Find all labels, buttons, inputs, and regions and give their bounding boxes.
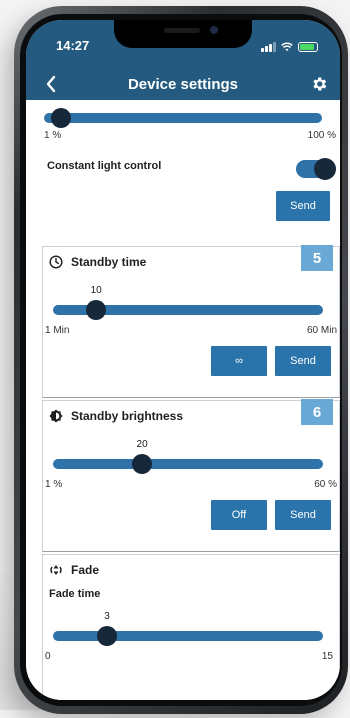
fade-slider-track[interactable] (53, 626, 323, 646)
speaker-grille (164, 28, 200, 33)
fade-title: Fade (71, 563, 100, 577)
constant-light-section: 1 % 100 % Constant light control Send (42, 100, 338, 247)
wifi-icon (281, 42, 293, 51)
slider-max-label: 100 % (307, 130, 336, 141)
standby-brightness-slider-thumb[interactable] (132, 454, 153, 474)
slider-max-label: 60 Min (306, 325, 337, 336)
constant-light-toggle[interactable] (296, 158, 336, 180)
slider-max-label: 60 % (314, 479, 337, 490)
slider-value: 3 (104, 611, 110, 622)
standby-time-header: Standby time (49, 255, 146, 269)
standby-time-title: Standby time (71, 255, 147, 269)
slider-min-label: 1 Min (45, 325, 70, 336)
standby-time-slider-track[interactable] (53, 300, 323, 320)
slider-min-label: 1 % (44, 130, 62, 141)
settings-content: 1 % 100 % Constant light control Send St… (26, 100, 340, 700)
slider-value: 20 (136, 439, 148, 450)
step-badge: 5 (301, 245, 333, 271)
page-title: Device settings (127, 76, 239, 93)
standby-brightness-title: Standby brightness (71, 409, 184, 423)
standby-time-section: Standby time 5 10 1 Min 60 Min ∞ Send (42, 245, 340, 398)
status-icons (261, 40, 318, 52)
brightness-icon (49, 409, 63, 423)
brightness-slider-track[interactable] (44, 108, 322, 128)
constant-light-label: Constant light control (47, 160, 162, 172)
standby-brightness-slider-track[interactable] (53, 454, 323, 474)
standby-brightness-section: Standby brightness 6 20 1 % 60 % Off Sen… (42, 399, 340, 552)
slider-value: 10 (90, 285, 102, 296)
send-button[interactable]: Send (275, 500, 331, 530)
send-button[interactable]: Send (276, 191, 330, 221)
front-camera (210, 26, 218, 34)
standby-brightness-header: Standby brightness (49, 409, 183, 423)
toggle-knob (314, 158, 336, 180)
off-button[interactable]: Off (211, 500, 267, 530)
fade-header: Fade (49, 563, 99, 577)
standby-time-slider-thumb[interactable] (86, 300, 107, 320)
slider-max-label: 15 (321, 651, 333, 662)
status-time: 14:27 (56, 38, 90, 53)
step-badge: 6 (301, 399, 333, 425)
slider-min-label: 0 (45, 651, 51, 662)
infinity-button[interactable]: ∞ (211, 346, 267, 376)
fade-slider-thumb[interactable] (97, 626, 117, 646)
fade-section: Fade Fade time 3 0 15 (42, 554, 340, 700)
battery-icon (298, 42, 318, 52)
app-screen: 14:27 Device settings 1 % 100 % Constant… (26, 20, 340, 700)
brightness-slider-thumb[interactable] (50, 108, 71, 128)
slider-min-label: 1 % (45, 479, 63, 490)
fade-time-label: Fade time (49, 588, 101, 600)
notch (114, 20, 252, 48)
signal-icon (261, 42, 276, 52)
clock-icon (49, 255, 63, 269)
fade-icon (50, 565, 62, 575)
gear-icon[interactable] (310, 75, 328, 93)
send-button[interactable]: Send (275, 346, 331, 376)
